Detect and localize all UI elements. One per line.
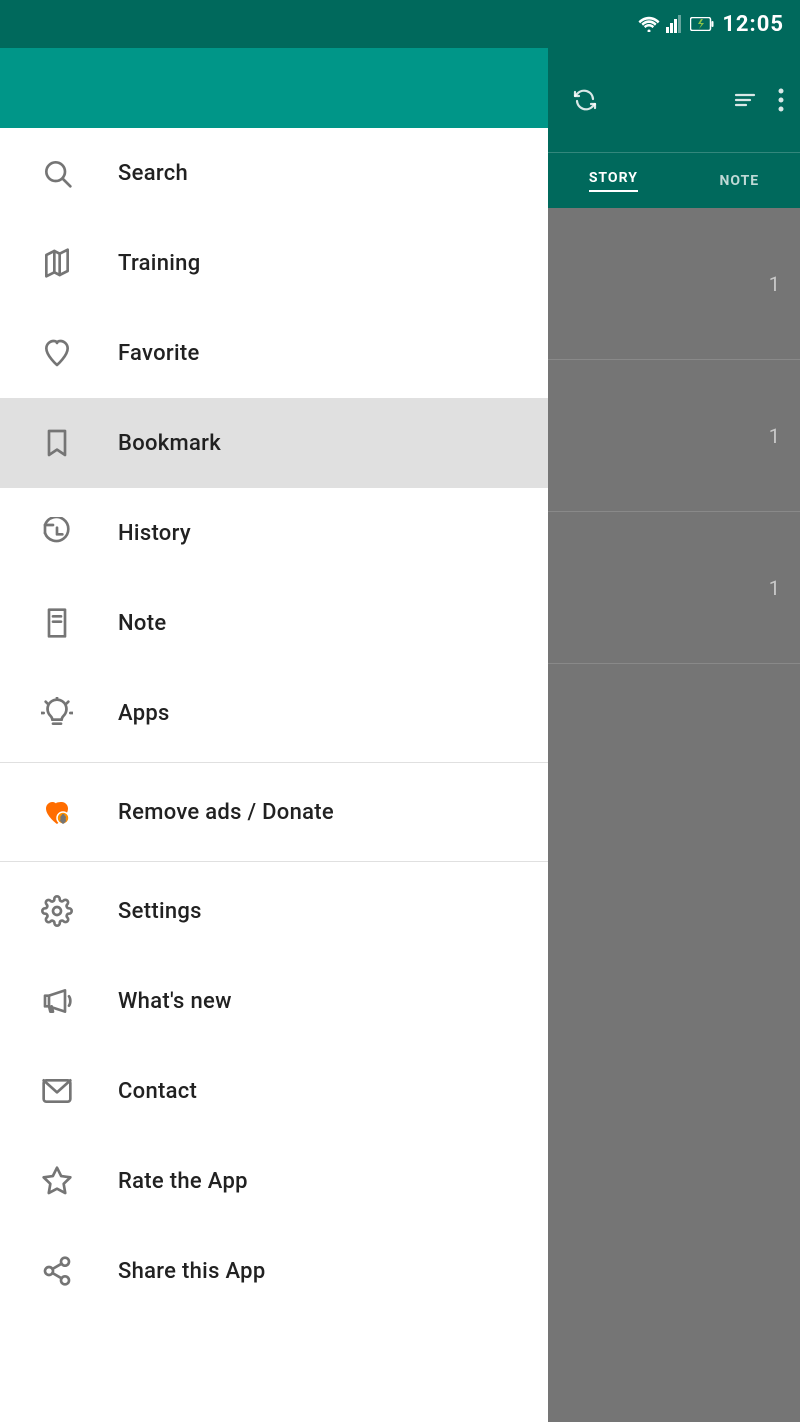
whatsnew-icon	[32, 985, 82, 1017]
sidebar-item-rate[interactable]: Rate the App	[0, 1136, 548, 1226]
sidebar-item-history[interactable]: History	[0, 488, 548, 578]
rate-label: Rate the App	[118, 1169, 248, 1194]
refresh-icon[interactable]	[572, 87, 598, 113]
search-icon	[32, 157, 82, 189]
tab-note[interactable]: NOTE	[720, 173, 760, 189]
status-icons	[638, 15, 714, 33]
sidebar-item-donate[interactable]: $ Remove ads / Donate	[0, 767, 548, 857]
favorite-label: Favorite	[118, 341, 200, 366]
bookmark-label: Bookmark	[118, 431, 221, 456]
sidebar-item-favorite[interactable]: Favorite	[0, 308, 548, 398]
apps-icon	[32, 697, 82, 729]
apps-label: Apps	[118, 701, 170, 726]
sidebar-item-bookmark[interactable]: Bookmark	[0, 398, 548, 488]
drawer-top-strip	[0, 48, 548, 128]
tab-story[interactable]: STORY	[589, 170, 638, 192]
sidebar-item-settings[interactable]: Settings	[0, 866, 548, 956]
battery-icon	[690, 17, 714, 31]
number-row-2: 1	[548, 360, 800, 512]
sidebar-item-note[interactable]: Note	[0, 578, 548, 668]
number-row-3: 1	[548, 512, 800, 664]
contact-icon	[32, 1075, 82, 1107]
contact-label: Contact	[118, 1079, 197, 1104]
wifi-icon	[638, 16, 660, 32]
donate-icon: $	[32, 796, 82, 828]
more-icon[interactable]	[778, 87, 784, 113]
status-time: 12:05	[722, 12, 784, 37]
settings-label: Settings	[118, 899, 202, 924]
number-3: 1	[769, 576, 780, 600]
sidebar-item-share[interactable]: Share this App	[0, 1226, 548, 1316]
sort-icon[interactable]	[732, 87, 758, 113]
status-bar: 12:05	[0, 0, 800, 48]
sidebar-item-whatsnew[interactable]: What's new	[0, 956, 548, 1046]
settings-icon	[32, 895, 82, 927]
note-label: Note	[118, 611, 166, 636]
sidebar-item-apps[interactable]: Apps	[0, 668, 548, 758]
right-panel: STORY NOTE 1 1 1	[548, 48, 800, 1422]
number-row-1: 1	[548, 208, 800, 360]
favorite-icon	[32, 337, 82, 369]
number-1: 1	[769, 272, 780, 296]
sidebar-item-training[interactable]: Training	[0, 218, 548, 308]
navigation-drawer: Search Training Favorite	[0, 48, 548, 1422]
note-icon	[32, 607, 82, 639]
whatsnew-label: What's new	[118, 989, 232, 1014]
search-label: Search	[118, 161, 188, 186]
right-panel-icons	[564, 87, 598, 113]
share-label: Share this App	[118, 1259, 266, 1284]
training-label: Training	[118, 251, 200, 276]
share-icon	[32, 1255, 82, 1287]
number-2: 1	[769, 424, 780, 448]
bookmark-icon	[32, 427, 82, 459]
rate-icon	[32, 1165, 82, 1197]
divider-1	[0, 762, 548, 763]
sidebar-item-search[interactable]: Search	[0, 128, 548, 218]
svg-text:$: $	[61, 815, 66, 824]
signal-icon	[666, 15, 684, 33]
divider-2	[0, 861, 548, 862]
history-icon	[32, 517, 82, 549]
training-icon	[32, 247, 82, 279]
menu-list: Search Training Favorite	[0, 128, 548, 1422]
sidebar-item-contact[interactable]: Contact	[0, 1046, 548, 1136]
donate-label: Remove ads / Donate	[118, 800, 334, 825]
history-label: History	[118, 521, 191, 546]
